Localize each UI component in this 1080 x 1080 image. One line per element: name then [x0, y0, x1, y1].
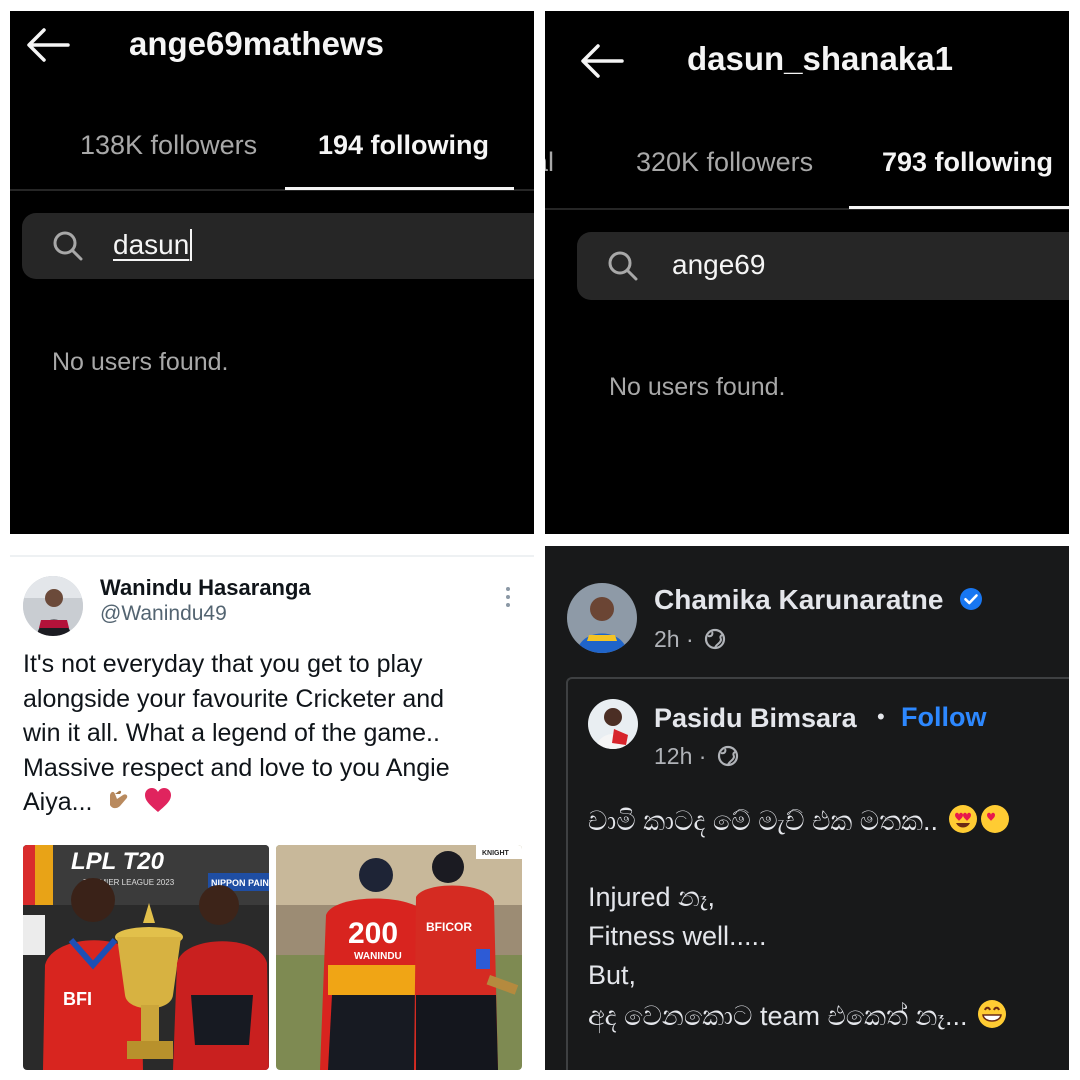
- tweet-line: win it all. What a legend of the game..: [23, 719, 440, 747]
- avatar[interactable]: [567, 583, 637, 653]
- jersey-text: BFI: [63, 989, 92, 1009]
- sponsor-text: BFICOR: [426, 920, 472, 934]
- no-results-message: No users found.: [52, 348, 229, 376]
- back-arrow-icon[interactable]: [24, 27, 72, 63]
- poster-name-text: Chamika Karunaratne: [654, 584, 944, 615]
- banner-text: LPL T20: [71, 848, 165, 875]
- verified-badge-icon: [959, 586, 983, 610]
- tab-followers[interactable]: 320K followers: [636, 147, 813, 178]
- globe-icon: [717, 745, 739, 767]
- tweet-line-last: Aiya...: [23, 785, 533, 823]
- post-line: අද වෙනකොට team එකෙත් නෑ...: [588, 999, 1007, 1036]
- no-results-message: No users found.: [609, 373, 786, 401]
- tab-following[interactable]: 793 following: [882, 147, 1053, 178]
- shared-author-name[interactable]: Pasidu Bimsara: [654, 703, 857, 734]
- post-time[interactable]: 2h: [654, 626, 680, 652]
- active-tab-indicator: [849, 206, 1069, 209]
- facebook-post: Chamika Karunaratne 2h · Pasidu Bimsara …: [545, 546, 1069, 1070]
- tab-partial-cutoff: al: [545, 147, 555, 177]
- avatar[interactable]: [23, 576, 83, 636]
- tweet-image-trophy[interactable]: LPL T20 PREMIER LEAGUE 2023 NIPPON PAINT…: [23, 845, 269, 1070]
- call-me-hand-emoji: [105, 787, 131, 823]
- search-bar[interactable]: dasun: [22, 213, 534, 279]
- post-line: චාමි කාටද මේ මැච් එක මතක..: [588, 804, 1012, 841]
- shared-avatar[interactable]: [588, 699, 638, 749]
- active-tab-indicator: [285, 187, 514, 190]
- poster-name[interactable]: Chamika Karunaratne: [654, 584, 983, 616]
- search-input[interactable]: dasun: [113, 229, 193, 261]
- post-line-text: අද වෙනකොට team එකෙත් නෑ...: [588, 1001, 968, 1031]
- post-line: Injured නෑ,: [588, 882, 716, 912]
- search-bar[interactable]: ange69: [577, 232, 1069, 300]
- tweet-line: alongside your favourite Cricketer and: [23, 684, 445, 713]
- search-input[interactable]: ange69: [672, 249, 765, 281]
- follow-button[interactable]: Follow: [901, 702, 986, 733]
- post-line-text: චාමි කාටද මේ මැච් එක මතක..: [588, 806, 939, 836]
- tab-followers[interactable]: 138K followers: [80, 130, 257, 161]
- search-icon: [52, 230, 84, 262]
- tweet-line: Aiya...: [23, 788, 93, 816]
- post-line: But,: [588, 960, 637, 990]
- watermark-text: KNIGHT: [482, 850, 510, 857]
- profile-username: ange69mathews: [129, 25, 384, 62]
- shared-post-meta: 12h ·: [654, 743, 739, 770]
- instagram-following-panel-right: dasun_shanaka1 al 320K followers 793 fol…: [545, 11, 1069, 534]
- tweet-text: It's not everyday that you get to play a…: [23, 647, 533, 823]
- tweet-image-players[interactable]: KNIGHT 200 WANINDU BFICOR: [276, 845, 522, 1070]
- jersey-number: 200: [348, 917, 398, 950]
- grinning-emoji: [977, 999, 1007, 1036]
- red-heart-emoji: [144, 787, 172, 823]
- post-line: Fitness well.....: [588, 921, 767, 951]
- profile-username: dasun_shanaka1: [687, 40, 953, 77]
- post-meta: 2h ·: [654, 626, 726, 653]
- instagram-following-panel-left: ange69mathews 138K followers 194 followi…: [10, 11, 534, 534]
- author-name[interactable]: Wanindu Hasaranga: [100, 575, 311, 601]
- heart-eyes-emoji: [948, 804, 1012, 841]
- tweet-line: Massive respect and love to you Angie: [23, 753, 450, 782]
- search-icon: [607, 250, 639, 282]
- jersey-name: WANINDU: [354, 951, 402, 962]
- tweet-card: Wanindu Hasaranga @Wanindu49 It's not ev…: [10, 555, 534, 1070]
- divider: [10, 555, 534, 557]
- shared-post-time[interactable]: 12h: [654, 743, 692, 769]
- back-arrow-icon[interactable]: [578, 43, 626, 79]
- name-separator: •: [877, 704, 885, 729]
- author-handle[interactable]: @Wanindu49: [100, 602, 227, 626]
- more-options-icon[interactable]: [496, 585, 520, 609]
- meta-separator: ·: [698, 743, 713, 769]
- tweet-line: It's not everyday that you get to play: [23, 650, 423, 678]
- meta-separator: ·: [685, 626, 701, 652]
- tab-following[interactable]: 194 following: [318, 130, 489, 161]
- globe-icon: [704, 628, 726, 650]
